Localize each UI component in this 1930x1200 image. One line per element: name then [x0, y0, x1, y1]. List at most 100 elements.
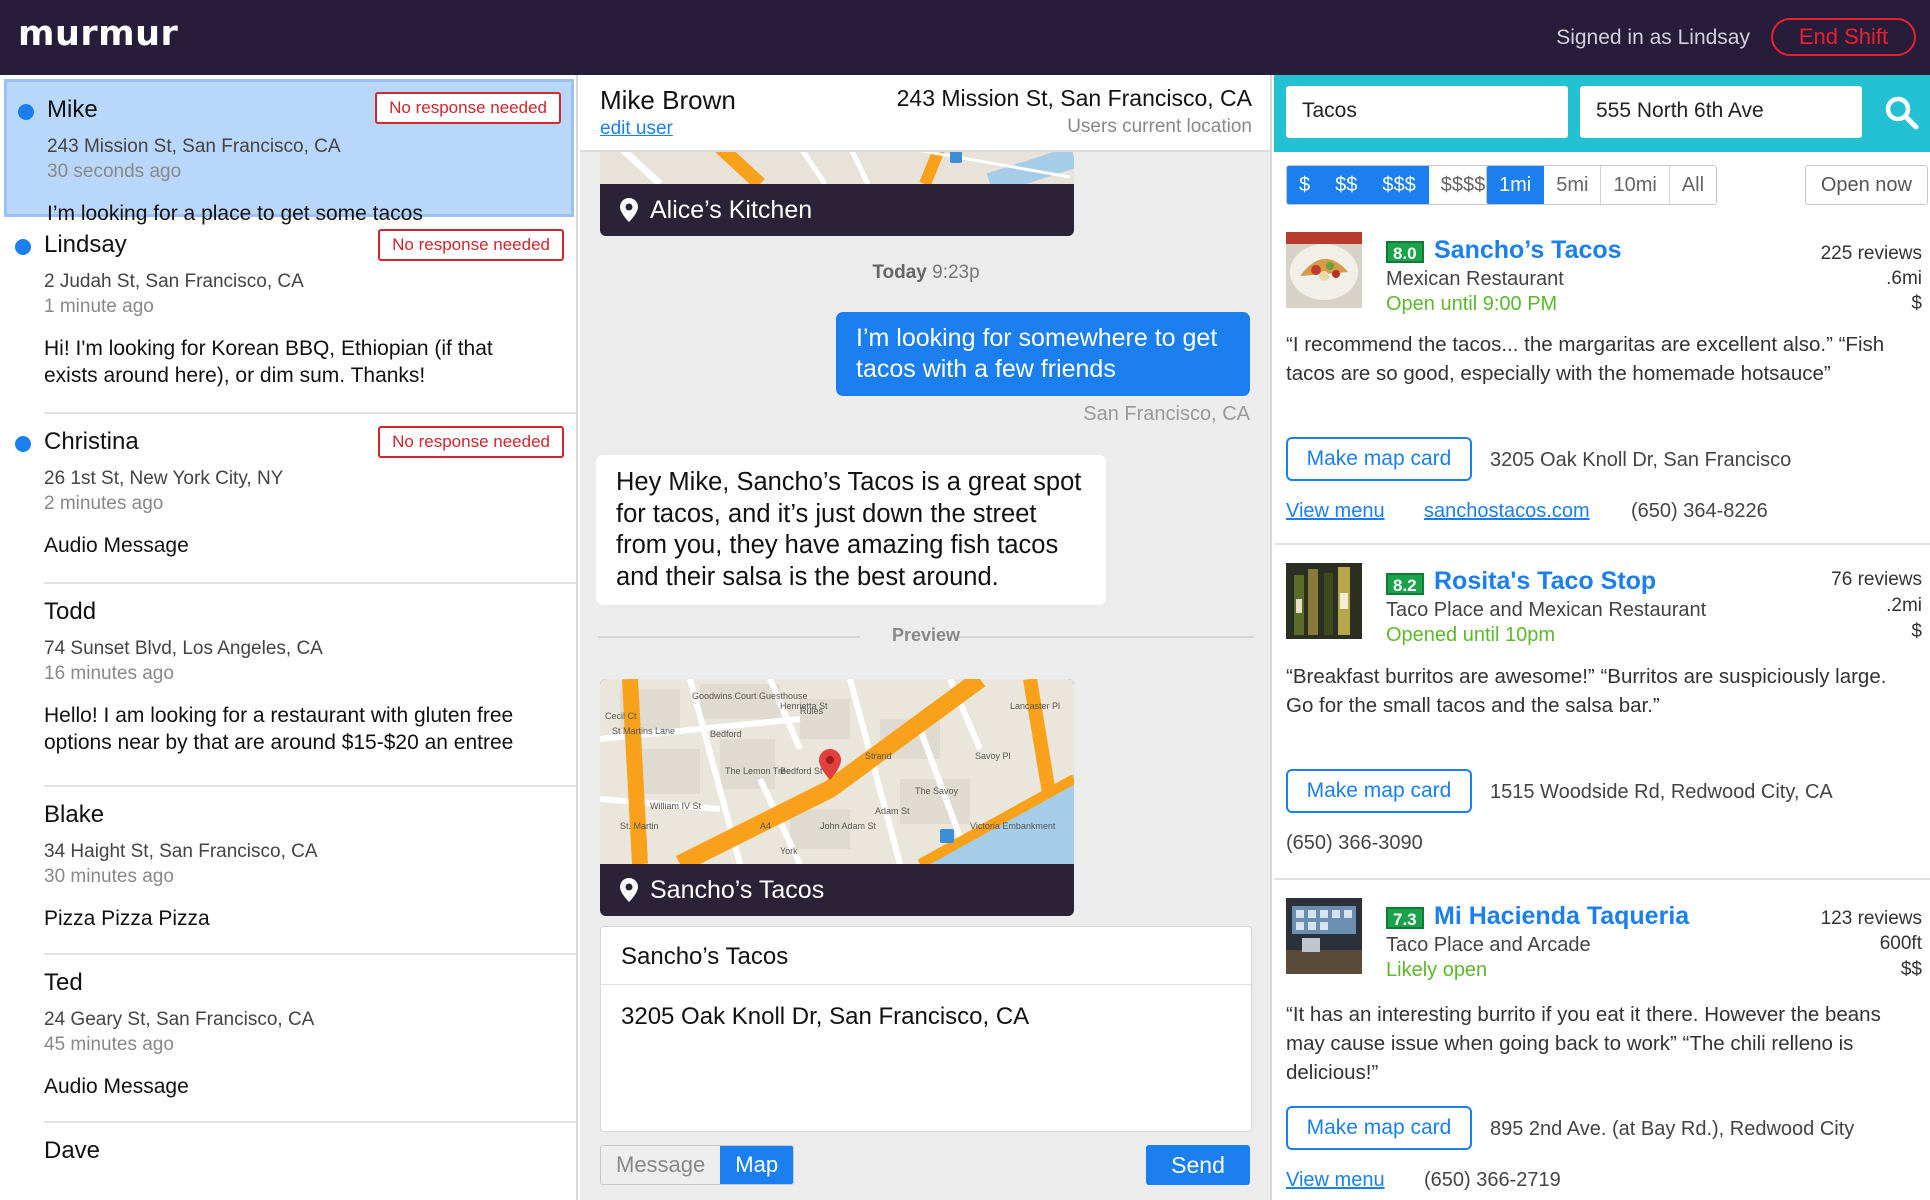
map-street-label: St Martins Lane — [612, 726, 675, 736]
map-street-label: Strand — [865, 751, 892, 761]
search-icon[interactable] — [1882, 93, 1922, 133]
price-filter-1[interactable]: $ — [1287, 166, 1324, 204]
conversation-item-mike[interactable]: No response needed Mike 243 Mission St, … — [4, 79, 574, 225]
result-item-mi-hacienda-taqueria: 7.3 Mi Hacienda Taqueria Taco Place and … — [1274, 882, 1930, 1200]
compose-place-name[interactable]: Sancho’s Tacos — [601, 927, 1251, 985]
phone-number: (650) 366-2719 — [1424, 1169, 1561, 1191]
restaurant-type: Mexican Restaurant — [1386, 268, 1564, 290]
conversation-address: 74 Sunset Blvd, Los Angeles, CA — [44, 638, 323, 659]
chat-header: Mike Brown edit user 243 Mission St, San… — [580, 75, 1270, 152]
conversation-address: 34 Haight St, San Francisco, CA — [44, 841, 318, 862]
restaurant-photo[interactable] — [1286, 563, 1362, 639]
distance-filter-10mi[interactable]: 10mi — [1601, 166, 1670, 204]
restaurant-hours: Open until 9:00 PM — [1386, 293, 1558, 315]
map-card-title: Alice’s Kitchen — [600, 184, 1074, 236]
restaurant-photo[interactable] — [1286, 232, 1362, 308]
map-card-title: Sancho’s Tacos — [600, 864, 1074, 916]
conversation-name: Ted — [44, 969, 83, 996]
map-street-label: Cecil Ct — [605, 711, 637, 721]
restaurant-address: 1515 Woodside Rd, Redwood City, CA — [1490, 781, 1833, 803]
map-street-label: William IV St — [650, 801, 702, 811]
conversation-name: Dave — [44, 1137, 101, 1164]
conversation-item-lindsay[interactable]: No response needed Lindsay 2 Judah St, S… — [15, 217, 576, 414]
result-item-rositas-taco-stop: 8.2 Rosita's Taco Stop Taco Place and Me… — [1274, 547, 1930, 880]
review-count: 225 reviews — [1820, 243, 1922, 264]
no-response-badge[interactable]: No response needed — [378, 426, 564, 458]
conversation-item-blake[interactable]: Blake 34 Haight St, San Francisco, CA 30… — [44, 787, 576, 955]
map-street-label: St. Martin — [620, 821, 659, 831]
search-location-input[interactable]: 555 North 6th Ave — [1580, 86, 1862, 138]
conversation-item-todd[interactable]: Todd 74 Sunset Blvd, Los Angeles, CA 16 … — [44, 584, 576, 787]
restaurant-photo[interactable] — [1286, 898, 1362, 974]
conversation-item-ted[interactable]: Ted 24 Geary St, San Francisco, CA 45 mi… — [44, 955, 576, 1123]
view-menu-link[interactable]: View menu — [1286, 1169, 1385, 1192]
toggle-map[interactable]: Map — [720, 1146, 794, 1184]
conversation-name: Blake — [44, 801, 105, 828]
map-street-label: Rules — [800, 706, 824, 716]
restaurant-hours: Likely open — [1386, 959, 1488, 981]
restaurant-type: Taco Place and Mexican Restaurant — [1386, 599, 1707, 621]
make-map-card-button[interactable]: Make map card — [1286, 769, 1472, 813]
no-response-badge[interactable]: No response needed — [378, 229, 564, 261]
unread-dot-icon — [15, 436, 31, 452]
preview-divider: Preview — [598, 622, 1254, 652]
compose-box[interactable]: Sancho’s Tacos 3205 Oak Knoll Dr, San Fr… — [600, 926, 1252, 1132]
conversation-item-dave[interactable]: Dave — [44, 1123, 576, 1200]
price-level: $ — [1911, 621, 1922, 642]
unread-dot-icon — [18, 104, 34, 120]
search-bar: Tacos 555 North 6th Ave — [1274, 75, 1930, 152]
search-query-input[interactable]: Tacos — [1286, 86, 1568, 138]
conversation-address: 2 Judah St, San Francisco, CA — [44, 271, 304, 292]
website-link[interactable]: sanchostacos.com — [1424, 500, 1590, 523]
map-street-label: Bedford St — [780, 766, 823, 776]
conversation-time: 30 minutes ago — [44, 866, 174, 887]
conversation-time: 16 minutes ago — [44, 663, 174, 684]
unread-dot-icon — [15, 239, 31, 255]
restaurant-name[interactable]: Sancho’s Tacos — [1434, 236, 1622, 265]
restaurant-name[interactable]: Rosita's Taco Stop — [1434, 567, 1656, 596]
phone-number: (650) 366-3090 — [1286, 832, 1423, 854]
reply-message: Hey Mike, Sancho’s Tacos is a great spot… — [596, 455, 1106, 605]
view-menu-link[interactable]: View menu — [1286, 500, 1385, 523]
edit-user-link[interactable]: edit user — [600, 118, 673, 140]
map-card-name: Alice’s Kitchen — [650, 196, 813, 224]
map-street-label: Savoy Pl — [975, 751, 1011, 761]
distance-filter-5mi[interactable]: 5mi — [1544, 166, 1602, 204]
map-street-label: A4 — [760, 821, 771, 831]
compose-place-address[interactable]: 3205 Oak Knoll Dr, San Francisco, CA — [601, 985, 1251, 1031]
map-card-alices-kitchen[interactable]: Alice’s Kitchen — [600, 147, 1074, 236]
review-quotes: “I recommend the tacos... the margaritas… — [1286, 333, 1885, 385]
map-street-label: The Savoy — [915, 786, 959, 796]
make-map-card-button[interactable]: Make map card — [1286, 437, 1472, 481]
conversation-time: 2 minutes ago — [44, 493, 164, 514]
distance-filter-1mi[interactable]: 1mi — [1487, 166, 1545, 204]
map-street-label: Adam St — [875, 806, 910, 816]
map-card-preview[interactable]: Goodwins Court Guesthouse Henrietta St R… — [600, 679, 1074, 916]
conversation-message: Audio Message — [44, 1075, 189, 1098]
search-panel: Tacos 555 North 6th Ave $ $$ $$$ $$$$ 1m… — [1274, 75, 1930, 1200]
map-street-label: Victoria Embankment — [970, 821, 1056, 831]
make-map-card-button[interactable]: Make map card — [1286, 1106, 1472, 1150]
distance: 600ft — [1879, 933, 1922, 954]
price-filter-2[interactable]: $$ — [1323, 166, 1371, 204]
map-street-label: John Adam St — [820, 821, 877, 831]
app-logo: murmur — [18, 14, 179, 54]
outgoing-message-location: San Francisco, CA — [1083, 403, 1250, 425]
end-shift-button[interactable]: End Shift — [1771, 18, 1916, 56]
conversation-item-christina[interactable]: No response needed Christina 26 1st St, … — [15, 414, 576, 584]
no-response-badge[interactable]: No response needed — [375, 92, 561, 124]
send-button[interactable]: Send — [1146, 1145, 1250, 1185]
signed-in-label: Signed in as Lindsay — [1556, 26, 1750, 49]
toggle-message[interactable]: Message — [601, 1146, 721, 1184]
price-filter-3[interactable]: $$$ — [1370, 166, 1429, 204]
distance-filter-all[interactable]: All — [1669, 166, 1717, 204]
price-level: $$ — [1900, 959, 1922, 980]
filter-bar: $ $$ $$$ $$$$ 1mi 5mi 10mi All Open now — [1274, 165, 1930, 207]
day-label: Today — [872, 262, 927, 283]
rating-badge: 8.0 — [1386, 241, 1424, 263]
restaurant-name[interactable]: Mi Hacienda Taqueria — [1434, 902, 1689, 931]
map-street-label: Bedford — [710, 729, 742, 739]
map-street-label: Lancaster Pl — [1010, 701, 1060, 711]
chat-user-address: 243 Mission St, San Francisco, CA — [896, 85, 1252, 111]
open-now-filter[interactable]: Open now — [1804, 165, 1928, 205]
